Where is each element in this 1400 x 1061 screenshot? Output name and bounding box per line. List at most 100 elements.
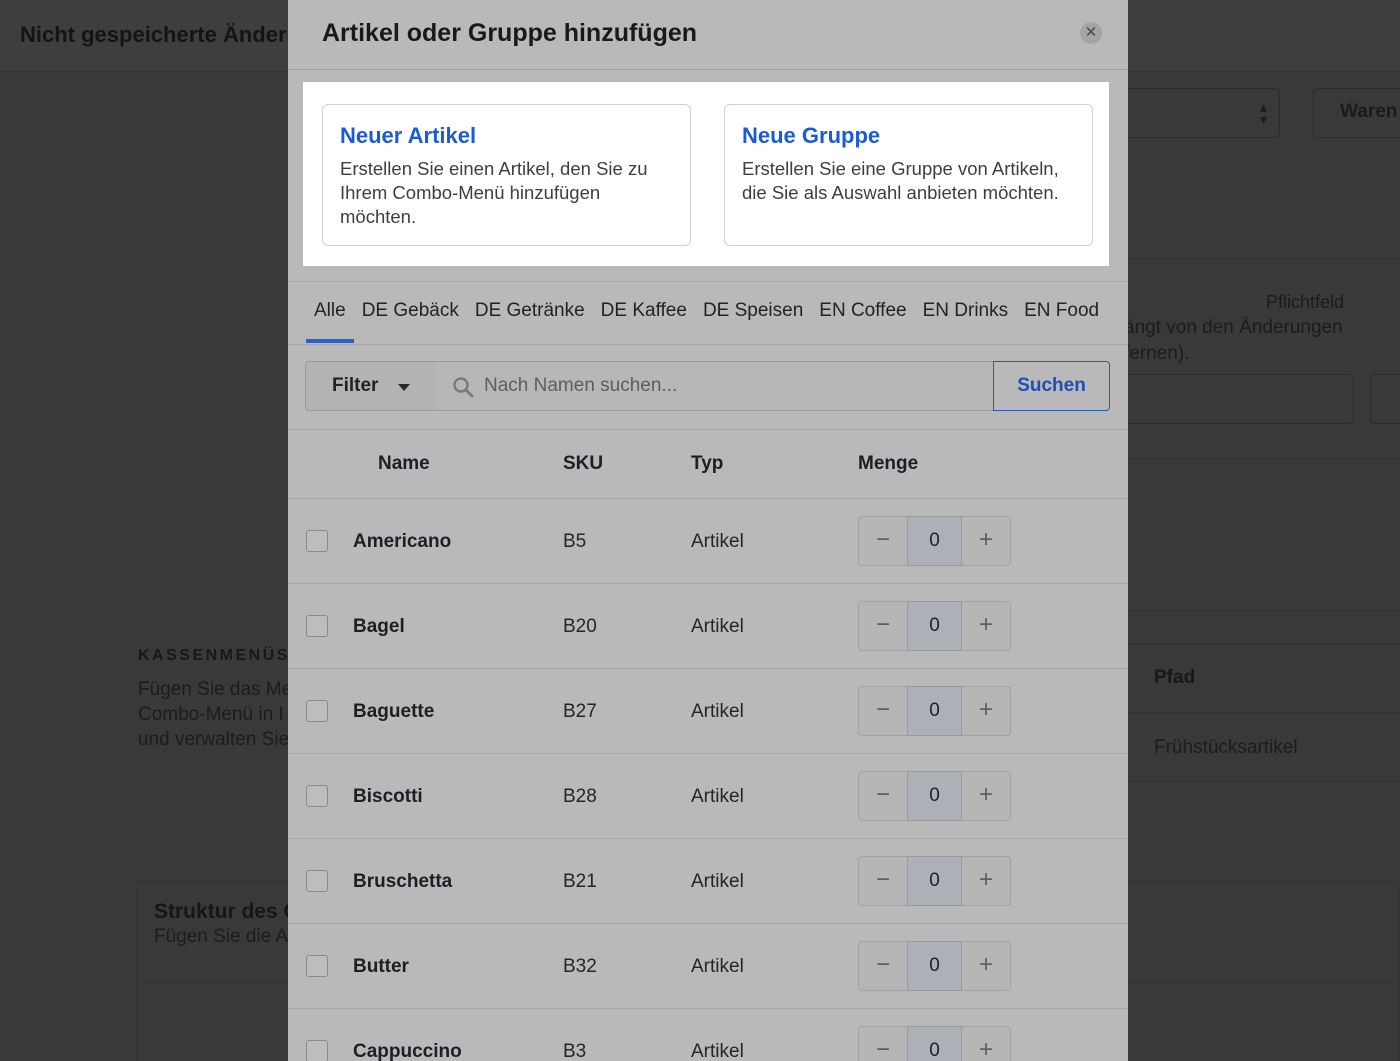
create-options-panel: Neuer Artikel Erstellen Sie einen Artike… (303, 82, 1109, 266)
tab-en-food[interactable]: EN Food (1016, 296, 1107, 342)
column-header-sku[interactable]: SKU (563, 453, 603, 475)
close-icon[interactable]: ✕ (1080, 22, 1102, 44)
search-button[interactable]: Suchen (993, 361, 1110, 411)
row-checkbox[interactable] (306, 785, 328, 807)
table-row[interactable]: Bagel B20 Artikel −0 + (288, 584, 1128, 669)
decrement-button[interactable]: − (859, 1027, 907, 1061)
new-group-title[interactable]: Neue Gruppe (742, 123, 1075, 149)
waren-button[interactable]: Waren (1313, 88, 1400, 138)
quantity-stepper: −0 + (858, 686, 1011, 736)
increment-button[interactable]: + (962, 772, 1010, 820)
search-box[interactable] (436, 361, 994, 411)
tab-de-gebaeck[interactable]: DE Gebäck (354, 296, 467, 342)
divider (1128, 458, 1400, 459)
increment-button[interactable]: + (962, 942, 1010, 990)
column-header-name[interactable]: Name (378, 453, 430, 475)
search-icon (453, 377, 474, 398)
tab-alle[interactable]: Alle (306, 296, 354, 343)
item-sku: B21 (563, 871, 597, 892)
item-name: Baguette (353, 701, 435, 722)
quantity-value[interactable]: 0 (907, 856, 962, 906)
item-name: Butter (353, 956, 409, 977)
increment-button[interactable]: + (962, 1027, 1010, 1061)
item-type: Artikel (691, 956, 744, 977)
required-field-label: Pflichtfeld (1266, 292, 1345, 312)
tab-en-coffee[interactable]: EN Coffee (811, 296, 914, 342)
table-row[interactable]: Cappuccino B3 Artikel −0 + (288, 1009, 1128, 1061)
row-checkbox[interactable] (306, 530, 328, 552)
item-name: Cappuccino (353, 1041, 462, 1061)
filter-dropdown-button[interactable]: Filter (305, 361, 437, 411)
row-checkbox[interactable] (306, 700, 328, 722)
quantity-stepper: −0 + (858, 856, 1011, 906)
decrement-button[interactable]: − (859, 942, 907, 990)
quantity-value[interactable]: 0 (907, 686, 962, 736)
modal-title: Artikel oder Gruppe hinzufügen (322, 19, 698, 47)
quantity-stepper: −0 + (858, 771, 1011, 821)
tab-en-drinks[interactable]: EN Drinks (915, 296, 1017, 342)
background-table (1128, 644, 1400, 782)
table-row[interactable]: Americano B5 Artikel −0 + (288, 499, 1128, 584)
decrement-button[interactable]: − (859, 772, 907, 820)
background-input[interactable] (1370, 374, 1400, 424)
table-row[interactable]: Biscotti B28 Artikel −0 + (288, 754, 1128, 839)
quantity-stepper: −0 + (858, 941, 1011, 991)
decrement-button[interactable]: − (859, 517, 907, 565)
item-type: Artikel (691, 871, 744, 892)
item-type: Artikel (691, 1041, 744, 1061)
section-description-line: und verwalten Sie (138, 729, 290, 750)
column-header-type[interactable]: Typ (691, 453, 723, 475)
item-sku: B28 (563, 786, 597, 807)
decrement-button[interactable]: − (859, 687, 907, 735)
tab-de-speisen[interactable]: DE Speisen (695, 296, 811, 342)
background-select[interactable]: ▴ ▾ (1110, 88, 1280, 138)
new-item-card[interactable]: Neuer Artikel Erstellen Sie einen Artike… (322, 104, 691, 246)
table-row[interactable]: Baguette B27 Artikel −0 + (288, 669, 1128, 754)
quantity-value[interactable]: 0 (907, 1026, 962, 1061)
table-row[interactable]: Bruschetta B21 Artikel −0 + (288, 839, 1128, 924)
increment-button[interactable]: + (962, 857, 1010, 905)
item-type: Artikel (691, 616, 744, 637)
row-checkbox[interactable] (306, 615, 328, 637)
section-description-line: Fügen Sie das Me (138, 679, 293, 700)
table-row[interactable]: Butter B32 Artikel −0 + (288, 924, 1128, 1009)
quantity-value[interactable]: 0 (907, 601, 962, 651)
item-name: Biscotti (353, 786, 423, 807)
new-item-title[interactable]: Neuer Artikel (340, 123, 673, 149)
quantity-value[interactable]: 0 (907, 941, 962, 991)
section-description-line: Combo-Menü in I (138, 704, 284, 725)
structure-card-description: Fügen Sie die Ar (154, 926, 295, 947)
background-input[interactable] (1100, 374, 1354, 424)
divider (1128, 258, 1400, 259)
structure-card-title: Struktur des C (154, 900, 299, 923)
new-group-card[interactable]: Neue Gruppe Erstellen Sie eine Gruppe vo… (724, 104, 1093, 246)
tab-de-kaffee[interactable]: DE Kaffee (593, 296, 695, 342)
increment-button[interactable]: + (962, 602, 1010, 650)
divider (1128, 610, 1400, 611)
quantity-stepper: −0 + (858, 516, 1011, 566)
table-cell-path: Frühstücksartikel (1154, 737, 1298, 758)
divider (288, 429, 1128, 430)
category-tabs: Alle DE Gebäck DE Getränke DE Kaffee DE … (306, 296, 1107, 344)
row-checkbox[interactable] (306, 870, 328, 892)
decrement-button[interactable]: − (859, 857, 907, 905)
item-name: Bagel (353, 616, 405, 637)
hint-text-line: fernen). (1124, 343, 1190, 364)
row-checkbox[interactable] (306, 1040, 328, 1061)
increment-button[interactable]: + (962, 687, 1010, 735)
item-type: Artikel (691, 701, 744, 722)
search-input[interactable] (484, 362, 974, 410)
item-sku: B27 (563, 701, 597, 722)
tab-de-getraenke[interactable]: DE Getränke (467, 296, 593, 342)
increment-button[interactable]: + (962, 517, 1010, 565)
row-checkbox[interactable] (306, 955, 328, 977)
item-sku: B5 (563, 531, 587, 552)
new-item-description: Erstellen Sie einen Artikel, den Sie zu … (340, 158, 648, 227)
item-sku: B20 (563, 616, 597, 637)
quantity-value[interactable]: 0 (907, 516, 962, 566)
divider (1128, 712, 1400, 713)
quantity-value[interactable]: 0 (907, 771, 962, 821)
divider (288, 281, 1128, 282)
modal-header: Artikel oder Gruppe hinzufügen ✕ (288, 0, 1128, 70)
decrement-button[interactable]: − (859, 602, 907, 650)
